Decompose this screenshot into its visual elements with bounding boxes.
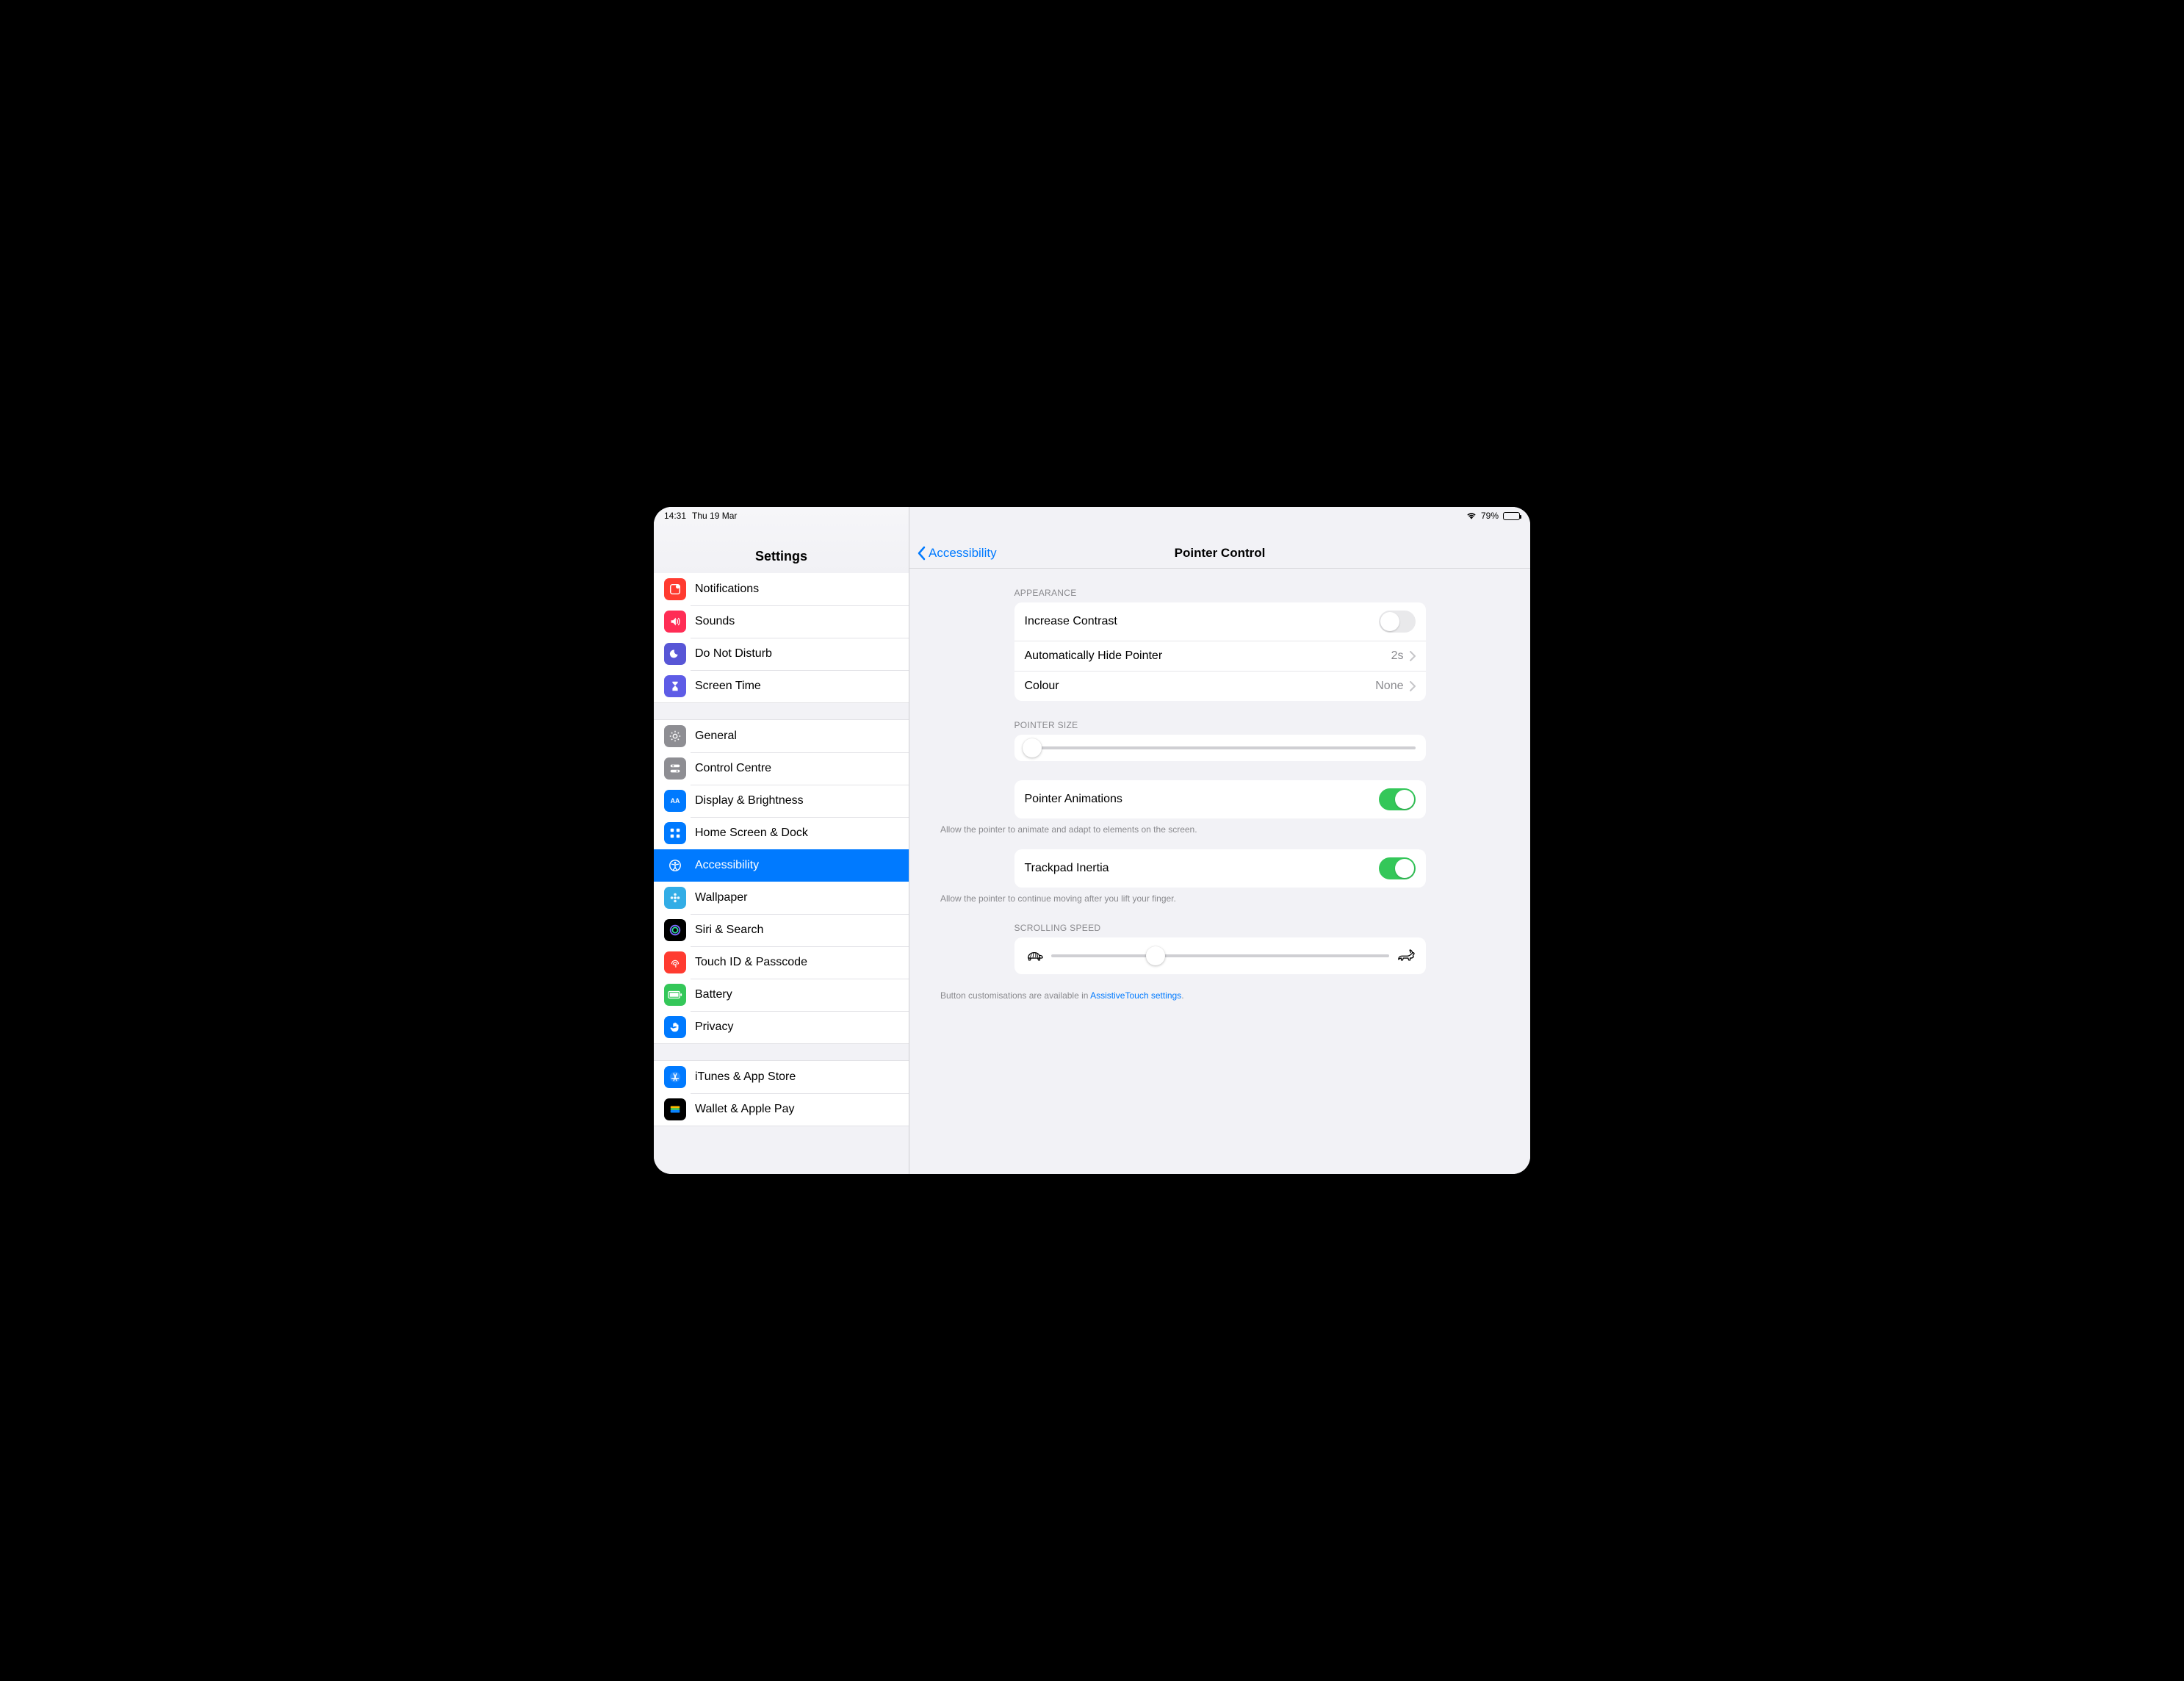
sidebar-item-siri-search[interactable]: Siri & Search — [654, 914, 909, 946]
sounds-icon — [664, 611, 686, 633]
grid-icon — [664, 822, 686, 844]
sidebar-item-label: Wallet & Apple Pay — [695, 1103, 794, 1116]
row-pointer-animations[interactable]: Pointer Animations — [1014, 780, 1426, 818]
sidebar-item-battery[interactable]: Battery — [654, 979, 909, 1011]
accessibility-icon — [664, 854, 686, 877]
status-bar: 14:31 Thu 19 Mar 79% — [654, 507, 1530, 523]
link-assistivetouch[interactable]: AssistiveTouch settings — [1090, 990, 1181, 1001]
toggle-trackpad-inertia[interactable] — [1379, 857, 1416, 879]
row-trackpad-inertia[interactable]: Trackpad Inertia — [1014, 849, 1426, 888]
footer-pointer-animations: Allow the pointer to animate and adapt t… — [940, 824, 1352, 835]
sidebar-item-label: Privacy — [695, 1021, 733, 1034]
sidebar-item-control-centre[interactable]: Control Centre — [654, 752, 909, 785]
slider-scroll-speed[interactable] — [1014, 937, 1426, 974]
sidebar-item-label: Control Centre — [695, 762, 771, 775]
slider-pointer-size[interactable] — [1014, 735, 1426, 761]
battery-icon — [1503, 512, 1520, 520]
siri-icon — [664, 919, 686, 941]
sidebar-item-wallet-apple-pay[interactable]: Wallet & Apple Pay — [654, 1093, 909, 1126]
sidebar-item-label: Battery — [695, 988, 732, 1001]
sidebar-item-label: Sounds — [695, 615, 735, 628]
hourglass-icon — [664, 675, 686, 697]
wifi-icon — [1466, 512, 1477, 519]
sidebar-item-do-not-disturb[interactable]: Do Not Disturb — [654, 638, 909, 670]
battery-icon — [664, 984, 686, 1006]
notifications-icon — [664, 578, 686, 600]
sidebar-item-general[interactable]: General — [654, 720, 909, 752]
row-auto-hide[interactable]: Automatically Hide Pointer 2s — [1014, 641, 1426, 672]
section-header-pointer-size: POINTER SIZE — [1014, 720, 1426, 730]
sidebar-item-label: Notifications — [695, 583, 759, 596]
label-pointer-animations: Pointer Animations — [1025, 793, 1379, 806]
sidebar-item-label: General — [695, 730, 737, 743]
sidebar-title: Settings — [755, 549, 807, 564]
sidebar-item-display-brightness[interactable]: AA Display & Brightness — [654, 785, 909, 817]
back-button[interactable]: Accessibility — [917, 546, 997, 561]
appstore-icon — [664, 1066, 686, 1088]
flower-icon — [664, 887, 686, 909]
tortoise-icon — [1025, 949, 1044, 962]
sidebar-item-label: Screen Time — [695, 680, 761, 693]
row-colour[interactable]: Colour None — [1014, 672, 1426, 701]
sidebar-item-notifications[interactable]: Notifications — [654, 573, 909, 605]
gear-icon — [664, 725, 686, 747]
moon-icon — [664, 643, 686, 665]
label-increase-contrast: Increase Contrast — [1025, 615, 1379, 628]
chevron-right-icon — [1410, 651, 1416, 661]
footer-bottom-note: Button customisations are available in A… — [940, 990, 1352, 1001]
toggle-pointer-animations[interactable] — [1379, 788, 1416, 810]
sidebar-item-label: Display & Brightness — [695, 794, 804, 807]
status-time: 14:31 — [664, 511, 686, 521]
chevron-right-icon — [1410, 681, 1416, 691]
sidebar-item-screen-time[interactable]: Screen Time — [654, 670, 909, 702]
sidebar-item-label: Accessibility — [695, 859, 759, 872]
sidebar-item-label: Siri & Search — [695, 924, 763, 937]
toggle-increase-contrast[interactable] — [1379, 611, 1416, 633]
status-date: Thu 19 Mar — [692, 511, 737, 521]
section-header-appearance: APPEARANCE — [1014, 588, 1426, 598]
sidebar-item-label: Touch ID & Passcode — [695, 956, 807, 969]
sidebar-item-itunes-app-store[interactable]: iTunes & App Store — [654, 1061, 909, 1093]
value-auto-hide: 2s — [1391, 649, 1404, 663]
sidebar-item-wallpaper[interactable]: Wallpaper — [654, 882, 909, 914]
battery-percent: 79% — [1481, 511, 1499, 521]
svg-text:AA: AA — [671, 797, 680, 804]
fingerprint-icon — [664, 951, 686, 973]
sidebar-item-label: Do Not Disturb — [695, 647, 772, 660]
sidebar-item-home-screen-dock[interactable]: Home Screen & Dock — [654, 817, 909, 849]
hand-icon — [664, 1016, 686, 1038]
hare-icon — [1396, 949, 1416, 962]
display-icon: AA — [664, 790, 686, 812]
back-label: Accessibility — [929, 546, 997, 561]
page-title: Pointer Control — [909, 546, 1530, 561]
sidebar-item-sounds[interactable]: Sounds — [654, 605, 909, 638]
sidebar-item-privacy[interactable]: Privacy — [654, 1011, 909, 1043]
sidebar-item-label: Home Screen & Dock — [695, 827, 808, 840]
label-trackpad-inertia: Trackpad Inertia — [1025, 862, 1379, 875]
sidebar-item-label: iTunes & App Store — [695, 1070, 796, 1084]
footer-trackpad-inertia: Allow the pointer to continue moving aft… — [940, 893, 1352, 904]
wallet-icon — [664, 1098, 686, 1120]
sidebar-item-accessibility[interactable]: Accessibility — [654, 849, 909, 882]
section-header-scroll: SCROLLING SPEED — [1014, 923, 1426, 933]
sidebar-item-touch-id-passcode[interactable]: Touch ID & Passcode — [654, 946, 909, 979]
sidebar-item-label: Wallpaper — [695, 891, 747, 904]
switches-icon — [664, 757, 686, 780]
row-increase-contrast[interactable]: Increase Contrast — [1014, 602, 1426, 641]
label-colour: Colour — [1025, 680, 1376, 693]
label-auto-hide: Automatically Hide Pointer — [1025, 649, 1391, 663]
value-colour: None — [1375, 680, 1403, 693]
